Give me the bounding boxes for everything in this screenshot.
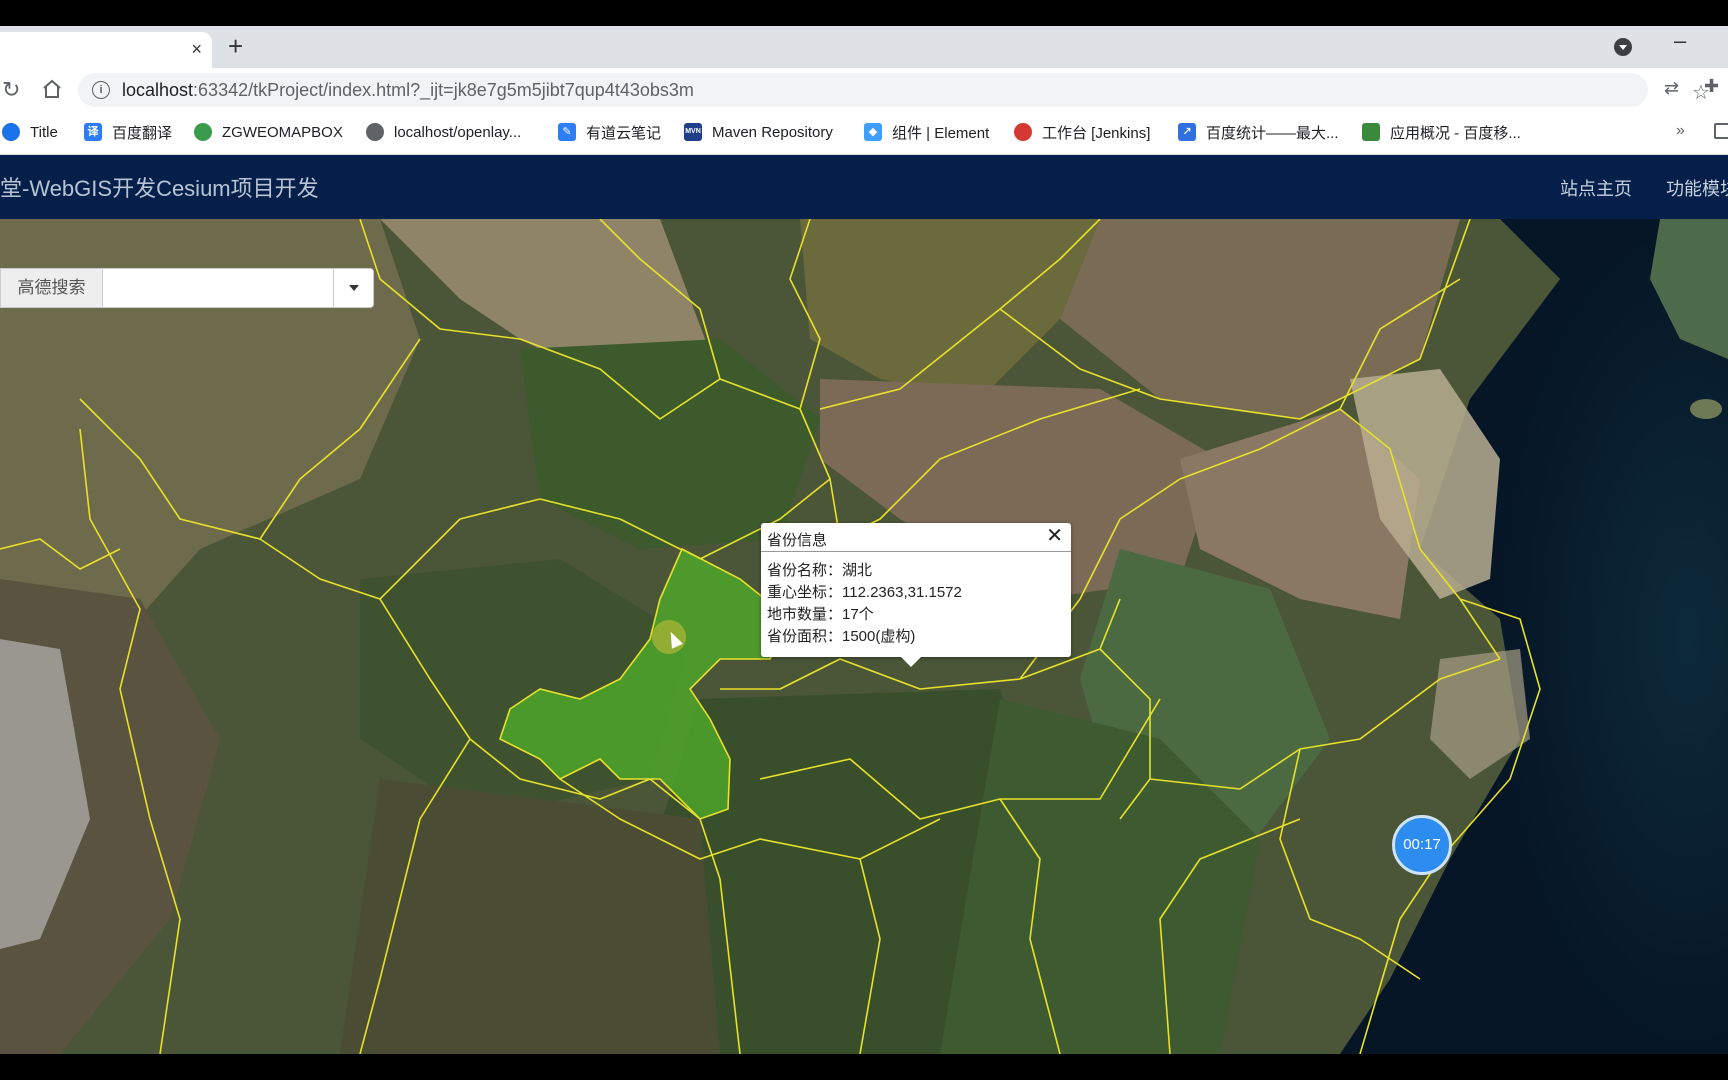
- address-bar[interactable]: i localhost:63342/tkProject/index.html?_…: [78, 73, 1710, 107]
- bookmark-label: Title: [30, 123, 58, 141]
- bookmark-element[interactable]: ◆ 组件 | Element: [864, 120, 989, 144]
- bookmark-zgweomapbox[interactable]: ZGWEOMAPBOX: [194, 120, 343, 144]
- bookmark-youdao-note[interactable]: ✎ 有道云笔记: [558, 120, 661, 144]
- nav-modules[interactable]: 功能模块: [1666, 175, 1728, 201]
- letterbox-bottom: [0, 1054, 1728, 1080]
- bookmark-jenkins[interactable]: 工作台 [Jenkins]: [1014, 120, 1150, 144]
- bookmark-baidu-translate[interactable]: 译 百度翻译: [84, 120, 172, 144]
- bookmark-label: 应用概况 - 百度移...: [1390, 124, 1521, 142]
- globe-icon: [366, 123, 384, 141]
- app-navbar: 堂-WebGIS开发Cesium项目开发 站点主页 功能模块: [0, 155, 1728, 219]
- bookmark-baidu-mobile[interactable]: 应用概况 - 百度移...: [1362, 120, 1521, 144]
- bookmarks-bar: Title 译 百度翻译 ZGWEOMAPBOX localhost/openl…: [0, 112, 1728, 155]
- bookmark-maven-repository[interactable]: MVN Maven Repository: [684, 120, 833, 144]
- chart-icon: ↗: [1178, 123, 1196, 141]
- nav-home[interactable]: 站点主页: [1560, 175, 1632, 201]
- app-icon: [1362, 123, 1380, 141]
- letterbox-top: [0, 0, 1728, 26]
- site-brand[interactable]: 堂-WebGIS开发Cesium项目开发: [0, 171, 319, 203]
- search-input[interactable]: [103, 269, 333, 307]
- bookmark-label: 百度统计——最大...: [1206, 124, 1339, 142]
- bookmark-localhost-openlayers[interactable]: localhost/openlay...: [366, 120, 521, 144]
- bookmark-label: ZGWEOMAPBOX: [222, 123, 343, 141]
- site-info-icon[interactable]: i: [92, 81, 110, 99]
- reload-icon[interactable]: ↻: [2, 77, 20, 103]
- extensions-icon[interactable]: ✚: [1704, 76, 1719, 97]
- bookmark-baidu-tongji[interactable]: ↗ 百度统计——最大...: [1178, 120, 1339, 144]
- note-icon: ✎: [558, 123, 576, 141]
- url-host: localhost: [122, 80, 194, 100]
- bookmark-title[interactable]: Title: [2, 120, 58, 144]
- element-icon: ◆: [864, 123, 882, 141]
- tab-strip: × + –: [0, 26, 1728, 68]
- maven-icon: MVN: [684, 123, 702, 141]
- bookmark-label: 百度翻译: [112, 124, 173, 142]
- bookmark-label: 工作台 [Jenkins]: [1042, 124, 1151, 142]
- bookmark-label: 有道云笔记: [586, 124, 662, 142]
- search-label: 高德搜索: [1, 269, 103, 307]
- province-name: 省份名称：湖北: [767, 562, 873, 579]
- popup-title: 省份信息: [767, 532, 828, 549]
- globe-icon: [194, 123, 212, 141]
- popup-divider: [761, 551, 1071, 552]
- bookmark-label: localhost/openlay...: [394, 123, 522, 141]
- sync-icon[interactable]: ⇄: [1664, 78, 1679, 99]
- province-area: 省份面积：1500(虚构): [767, 628, 916, 645]
- active-tab[interactable]: ×: [0, 32, 212, 68]
- amap-search: 高德搜索: [0, 268, 374, 308]
- close-icon[interactable]: ✕: [1046, 523, 1063, 549]
- reading-list-icon[interactable]: [1714, 123, 1728, 139]
- city-count: 地市数量：17个: [767, 606, 874, 623]
- browser-toolbar: ↻ i localhost:63342/tkProject/index.html…: [0, 68, 1728, 112]
- bookmark-label: 组件 | Element: [892, 124, 990, 142]
- url-text[interactable]: localhost:63342/tkProject/index.html?_ij…: [122, 80, 694, 101]
- recording-timer[interactable]: 00:17: [1392, 815, 1452, 875]
- tab-close-icon[interactable]: ×: [191, 38, 202, 60]
- tab-search-icon[interactable]: [1614, 38, 1632, 56]
- bookmark-label: Maven Repository: [712, 123, 833, 141]
- url-path: :63342/tkProject/index.html?_ijt=jk8e7g5…: [193, 80, 694, 100]
- search-dropdown-icon[interactable]: [333, 269, 373, 307]
- home-icon[interactable]: [40, 77, 64, 101]
- province-info-popup: 省份信息 ✕ 省份名称：湖北 重心坐标：112.2363,31.1572 地市数…: [761, 523, 1071, 667]
- centroid-coordinates: 重心坐标：112.2363,31.1572: [767, 584, 962, 601]
- globe-icon: [2, 123, 20, 141]
- minimize-button[interactable]: –: [1674, 28, 1686, 54]
- new-tab-button[interactable]: +: [228, 32, 243, 60]
- translate-icon: 译: [84, 123, 102, 141]
- cesium-map[interactable]: 高德搜索 省份信息 ✕ 省份名称：湖北 重心坐标：112.2363,31.157…: [0, 219, 1728, 1054]
- jenkins-icon: [1014, 123, 1032, 141]
- bookmarks-more-icon[interactable]: »: [1676, 122, 1685, 140]
